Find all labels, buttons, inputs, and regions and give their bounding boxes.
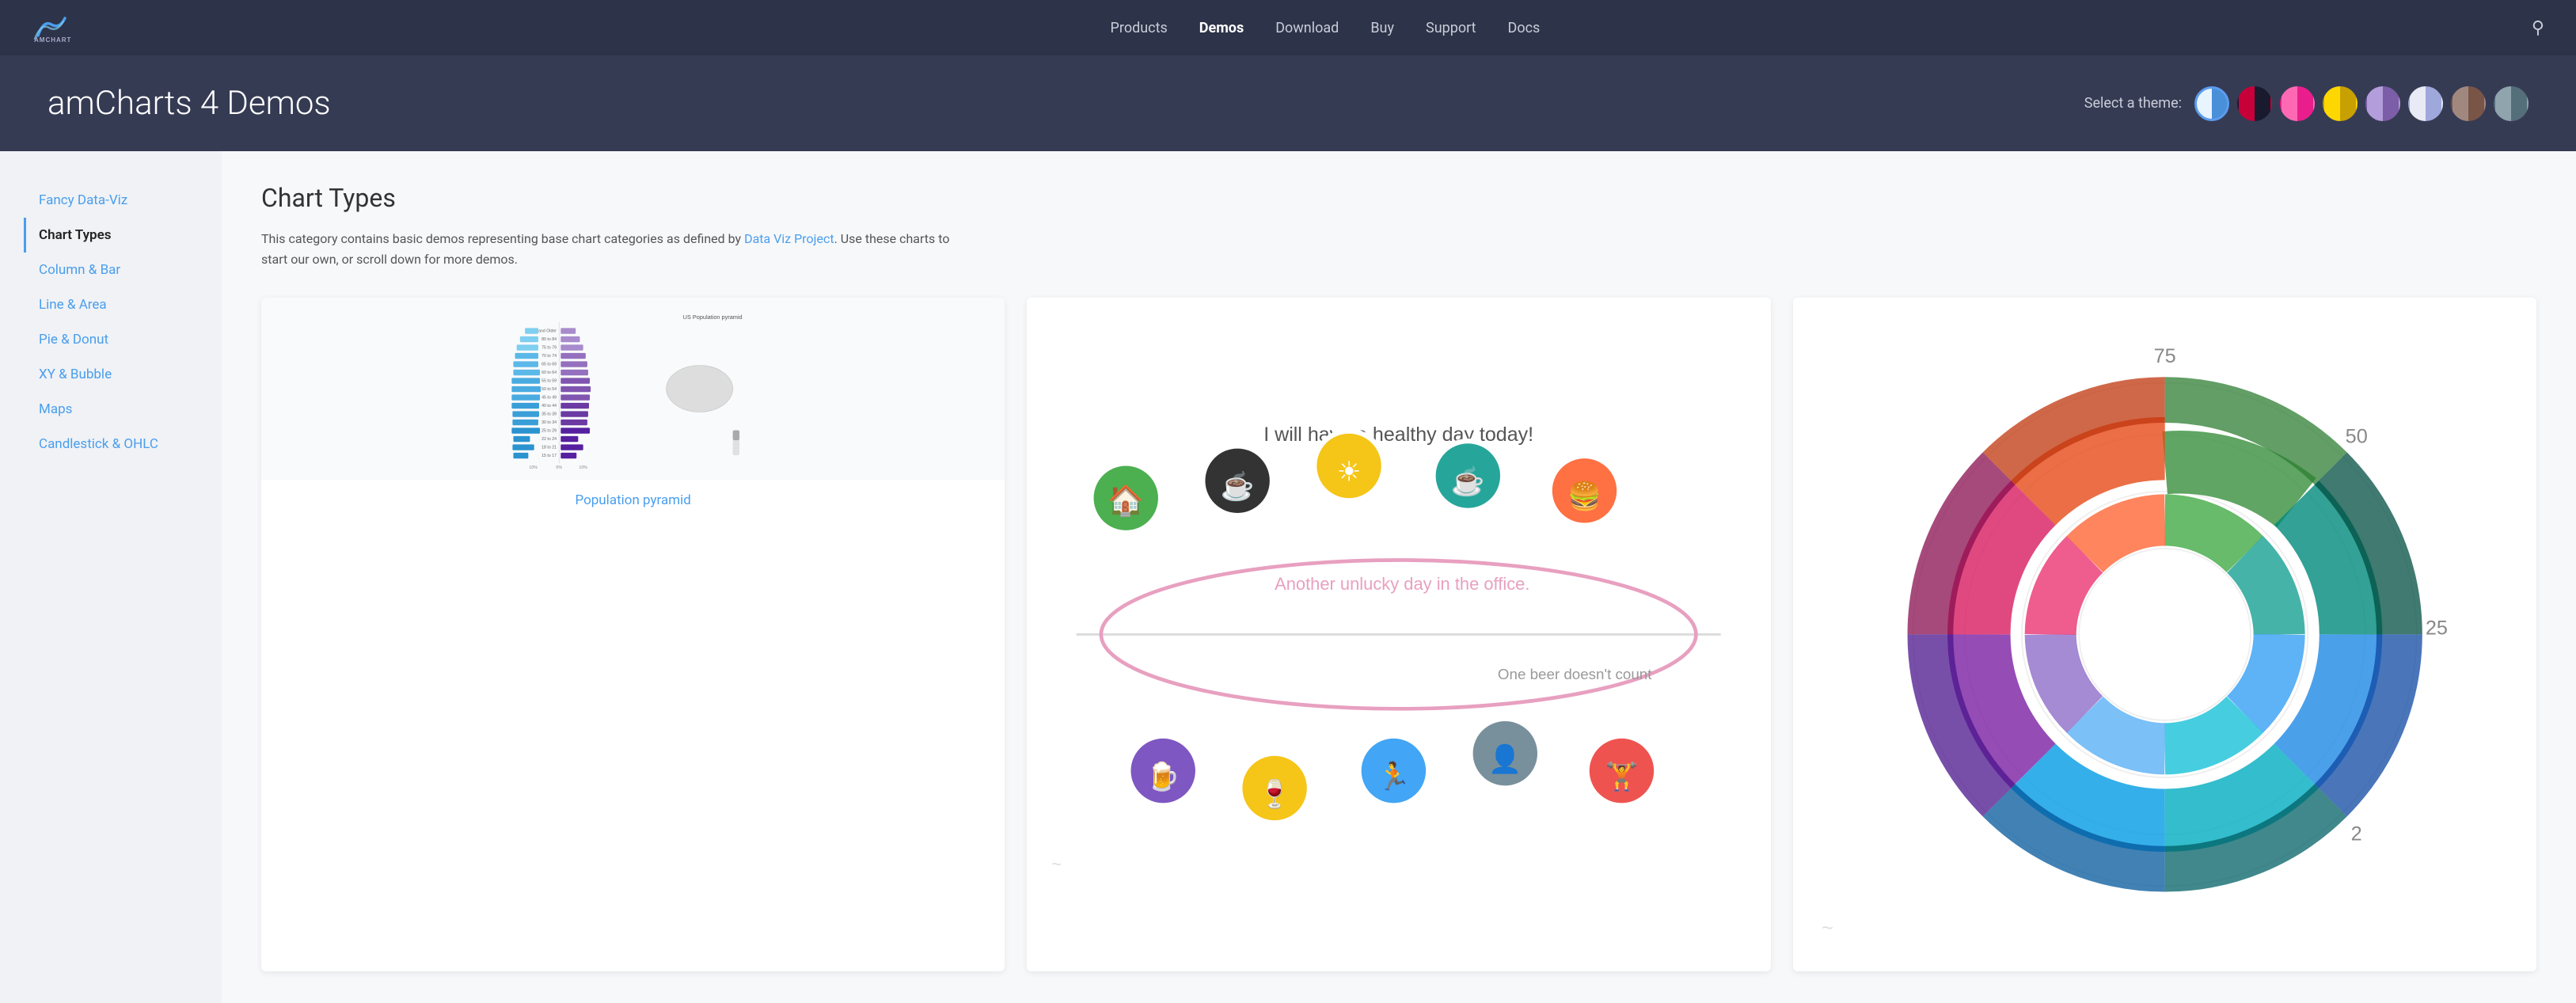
svg-text:🍷: 🍷 bbox=[1258, 778, 1292, 811]
svg-text:👤: 👤 bbox=[1488, 743, 1522, 776]
data-viz-link[interactable]: Data Viz Project bbox=[744, 231, 834, 246]
nav-links: Products Demos Download Buy Support Docs bbox=[119, 20, 2532, 36]
sidebar-item-chart-types[interactable]: Chart Types bbox=[24, 218, 198, 253]
svg-text:25 to 29: 25 to 29 bbox=[541, 429, 557, 434]
svg-text:10%: 10% bbox=[579, 465, 587, 470]
svg-text:65 to 69: 65 to 69 bbox=[541, 363, 557, 367]
section-title: Chart Types bbox=[261, 183, 2536, 213]
logo[interactable]: AMCHARTS bbox=[32, 13, 71, 42]
svg-text:35 to 39: 35 to 39 bbox=[541, 412, 557, 417]
svg-text:Another unlucky day in the off: Another unlucky day in the office. bbox=[1275, 574, 1529, 594]
svg-text:10%: 10% bbox=[529, 465, 538, 470]
svg-text:🏠: 🏠 bbox=[1108, 484, 1145, 519]
nav-docs[interactable]: Docs bbox=[1508, 20, 1541, 36]
section-description: This category contains basic demos repre… bbox=[261, 229, 974, 269]
svg-text:15 to 17: 15 to 17 bbox=[541, 454, 557, 458]
svg-text:40 to 44: 40 to 44 bbox=[541, 404, 557, 408]
theme-selector: Select a theme: bbox=[2084, 86, 2529, 121]
theme-yellow[interactable] bbox=[2323, 86, 2358, 121]
chart-name-pyramid: Population pyramid bbox=[261, 480, 1005, 524]
svg-text:22 to 24: 22 to 24 bbox=[541, 437, 557, 442]
sidebar: Fancy Data-Viz Chart Types Column & Bar … bbox=[0, 151, 222, 1003]
svg-text:75: 75 bbox=[2153, 345, 2175, 367]
chart-card-radial[interactable]: 75 50 25 2 ~ Radial Histogram bbox=[1793, 298, 2536, 971]
chart-preview-radial: 75 50 25 2 ~ bbox=[1793, 298, 2536, 971]
svg-text:🍔: 🍔 bbox=[1567, 481, 1601, 513]
theme-pink[interactable] bbox=[2280, 86, 2315, 121]
svg-text:~: ~ bbox=[1822, 918, 1833, 940]
svg-text:🏋: 🏋 bbox=[1605, 761, 1639, 793]
svg-text:0%: 0% bbox=[556, 465, 562, 470]
svg-text:One beer doesn't count: One beer doesn't count bbox=[1498, 666, 1652, 682]
sidebar-item-column-bar[interactable]: Column & Bar bbox=[24, 253, 198, 287]
svg-text:2: 2 bbox=[2350, 823, 2361, 845]
svg-text:75 to 79: 75 to 79 bbox=[541, 346, 557, 351]
hero-banner: amCharts 4 Demos Select a theme: bbox=[0, 55, 2576, 151]
nav-demos[interactable]: Demos bbox=[1199, 20, 1244, 36]
nav-download[interactable]: Download bbox=[1275, 20, 1339, 36]
page-title: amCharts 4 Demos bbox=[47, 84, 331, 123]
theme-purple[interactable] bbox=[2365, 86, 2400, 121]
svg-text:☕: ☕ bbox=[1221, 469, 1255, 503]
theme-dark[interactable] bbox=[2237, 86, 2272, 121]
main-content: Chart Types This category contains basic… bbox=[222, 151, 2576, 1003]
svg-text:50 to 54: 50 to 54 bbox=[541, 387, 557, 392]
svg-text:18 to 21: 18 to 21 bbox=[541, 446, 557, 450]
main-layout: Fancy Data-Viz Chart Types Column & Bar … bbox=[0, 151, 2576, 1003]
theme-lavender[interactable] bbox=[2408, 86, 2443, 121]
svg-text:30 to 34: 30 to 34 bbox=[541, 420, 557, 425]
svg-text:US Population pyramid: US Population pyramid bbox=[683, 313, 743, 321]
svg-text:☀: ☀ bbox=[1337, 456, 1362, 488]
chart-card-pyramid[interactable]: US Population pyramid 85 and Older 80 to… bbox=[261, 298, 1005, 971]
svg-text:45 to 49: 45 to 49 bbox=[541, 396, 557, 401]
svg-text:🏃: 🏃 bbox=[1377, 761, 1411, 793]
chart-preview-timeline: I will have a healthy day today! Another… bbox=[1027, 298, 1770, 971]
svg-text:I will have a healthy day toda: I will have a healthy day today! bbox=[1264, 424, 1534, 446]
nav-products[interactable]: Products bbox=[1111, 20, 1168, 36]
svg-text:🍺: 🍺 bbox=[1146, 760, 1180, 793]
sidebar-item-fancy[interactable]: Fancy Data-Viz bbox=[24, 183, 198, 218]
navigation: AMCHARTS Products Demos Download Buy Sup… bbox=[0, 0, 2576, 55]
nav-buy[interactable]: Buy bbox=[1370, 20, 1394, 36]
svg-text:70 to 74: 70 to 74 bbox=[541, 354, 557, 359]
theme-slate[interactable] bbox=[2494, 86, 2529, 121]
sidebar-item-xy-bubble[interactable]: XY & Bubble bbox=[24, 357, 198, 392]
theme-dots bbox=[2194, 86, 2529, 121]
theme-brown[interactable] bbox=[2451, 86, 2486, 121]
charts-grid: US Population pyramid 85 and Older 80 to… bbox=[261, 298, 2536, 971]
sidebar-item-pie-donut[interactable]: Pie & Donut bbox=[24, 322, 198, 357]
theme-kelly[interactable] bbox=[2194, 86, 2229, 121]
svg-text:~: ~ bbox=[1052, 854, 1062, 874]
sidebar-item-candlestick[interactable]: Candlestick & OHLC bbox=[24, 427, 198, 462]
svg-text:50: 50 bbox=[2345, 426, 2367, 448]
search-icon[interactable]: ⚲ bbox=[2532, 18, 2544, 38]
nav-support[interactable]: Support bbox=[1426, 20, 1476, 36]
svg-text:AMCHARTS: AMCHARTS bbox=[34, 36, 71, 42]
svg-text:60 to 64: 60 to 64 bbox=[541, 370, 557, 375]
svg-text:80 to 84: 80 to 84 bbox=[541, 337, 557, 342]
chart-preview-pyramid: US Population pyramid 85 and Older 80 to… bbox=[261, 298, 1005, 480]
sidebar-item-maps[interactable]: Maps bbox=[24, 392, 198, 427]
svg-text:25: 25 bbox=[2425, 617, 2447, 640]
sidebar-item-line-area[interactable]: Line & Area bbox=[24, 287, 198, 322]
chart-card-timeline[interactable]: I will have a healthy day today! Another… bbox=[1027, 298, 1770, 971]
svg-text:☕: ☕ bbox=[1451, 465, 1485, 498]
svg-text:55 to 59: 55 to 59 bbox=[541, 379, 557, 384]
theme-label: Select a theme: bbox=[2084, 95, 2182, 112]
